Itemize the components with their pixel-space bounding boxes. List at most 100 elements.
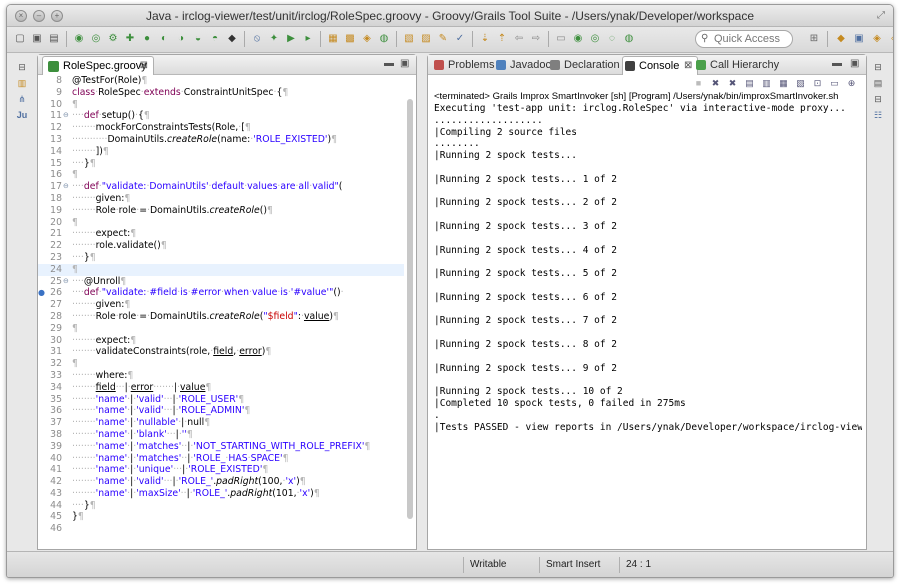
- grails-test-icon[interactable]: ◒: [191, 31, 205, 47]
- code-line[interactable]: 21 ········expect:¶: [38, 228, 404, 240]
- open-console-icon[interactable]: ⊕: [845, 77, 858, 90]
- code-line[interactable]: 40 ········'name'·|·'matches'··|·'ROLE_·H…: [38, 453, 404, 465]
- pin-icon[interactable]: ▭: [554, 31, 568, 47]
- print-icon[interactable]: ▤: [47, 31, 61, 47]
- remove-launch-icon[interactable]: ✖: [709, 77, 722, 90]
- grails-create-icon[interactable]: ✚: [123, 31, 137, 47]
- code-line[interactable]: 12 ········mockForConstraintsTests(Role,·…: [38, 122, 404, 134]
- display-console-icon[interactable]: ▭: [828, 77, 841, 90]
- tab-declaration[interactable]: Declaration: [548, 56, 620, 75]
- code-line[interactable]: 34 ········field···|·error·······|·value¶: [38, 382, 404, 394]
- new-class-icon[interactable]: ◈: [360, 31, 374, 47]
- code-line[interactable]: 10 ¶: [38, 99, 404, 111]
- code-line[interactable]: 36 ········'name'·|·'valid'···|·'ROLE_ADM…: [38, 405, 404, 417]
- code-line[interactable]: 39 ········'name'·|·'matches'··|·'NOT_STA…: [38, 441, 404, 453]
- code-line[interactable]: 17 ⊖ ····def·"validate:·DomainUtils'·defau…: [38, 181, 404, 193]
- restore-icon[interactable]: ⊟: [14, 61, 30, 73]
- junit-icon[interactable]: Ju: [14, 109, 30, 121]
- debug-perspective-icon[interactable]: ◈: [870, 31, 884, 47]
- code-line[interactable]: 29 ¶: [38, 323, 404, 335]
- code-line[interactable]: 11 ⊖ ····def·setup()·{¶: [38, 110, 404, 122]
- java-perspective-icon[interactable]: ▣: [852, 31, 866, 47]
- external-tools-icon[interactable]: ▸: [301, 31, 315, 47]
- new-java-project-icon[interactable]: ▦: [326, 31, 340, 47]
- code-line[interactable]: 31 ········validateConstraints(role,·fiel…: [38, 346, 404, 358]
- editor-scrollbar[interactable]: [406, 95, 414, 550]
- type-hierarchy-icon[interactable]: ⋔: [14, 93, 30, 105]
- zoom-window-icon[interactable]: +: [51, 10, 63, 22]
- code-line[interactable]: 19 ········Role·role·=·DomainUtils.create…: [38, 205, 404, 217]
- close-icon[interactable]: ⊠: [140, 57, 148, 75]
- save-icon[interactable]: ▣: [30, 31, 44, 47]
- code-line[interactable]: 38 ········'name'·|·'blank'···|·''¶: [38, 429, 404, 441]
- code-line[interactable]: 37 ········'name'·|·'nullable'·|·null¶: [38, 417, 404, 429]
- restore-icon[interactable]: ⊟: [870, 93, 886, 105]
- forward-icon[interactable]: ⇨: [529, 31, 543, 47]
- back-icon[interactable]: ⇦: [512, 31, 526, 47]
- groovy-icon[interactable]: ◆: [225, 31, 239, 47]
- next-annotation-icon[interactable]: ⇣: [478, 31, 492, 47]
- groovy-perspective-icon[interactable]: ◇: [888, 31, 893, 47]
- skip-breakpoints-icon[interactable]: ⦸: [250, 31, 264, 47]
- code-line[interactable]: 32 ¶: [38, 358, 404, 370]
- quick-access-field[interactable]: ⚲ Quick Access: [695, 30, 793, 48]
- debug-icon[interactable]: ✦: [267, 31, 281, 47]
- code-line[interactable]: 24 ¶: [38, 263, 404, 276]
- fold-toggle-icon[interactable]: ⊖: [63, 181, 69, 193]
- show-stdout-icon[interactable]: ▦: [777, 77, 790, 90]
- show-stderr-icon[interactable]: ▧: [794, 77, 807, 90]
- code-line[interactable]: 14 ········])¶: [38, 146, 404, 158]
- code-line[interactable]: 43 ········'name'·|·'maxSize'··|·'ROLE_'.…: [38, 488, 404, 500]
- fold-toggle-icon[interactable]: ⊖: [63, 276, 69, 288]
- spring-bean-icon[interactable]: ◎: [588, 31, 602, 47]
- tab-problems[interactable]: Problems: [432, 56, 494, 75]
- outline-icon[interactable]: ☷: [870, 109, 886, 121]
- code-line[interactable]: 15 ····}¶: [38, 158, 404, 170]
- new-package-icon[interactable]: ▩: [343, 31, 357, 47]
- code-line[interactable]: 27 ········given:¶: [38, 299, 404, 311]
- grails-domain-icon[interactable]: ◑: [174, 31, 188, 47]
- clear-console-icon[interactable]: ▤: [743, 77, 756, 90]
- code-line[interactable]: 30 ········expect:¶: [38, 335, 404, 347]
- tab-javadoc[interactable]: Javadoc: [494, 56, 551, 75]
- spring-config-icon[interactable]: ◌: [605, 31, 619, 47]
- scroll-lock-icon[interactable]: ▥: [760, 77, 773, 90]
- open-perspective-icon[interactable]: ⊞: [807, 31, 821, 47]
- close-window-icon[interactable]: ×: [15, 10, 27, 22]
- close-icon[interactable]: ⊠: [684, 57, 692, 75]
- minimize-icon[interactable]: ▬: [384, 58, 394, 69]
- editor-scrollbar-thumb[interactable]: [407, 99, 413, 519]
- code-line[interactable]: 25 ⊖ ····@Unroll¶: [38, 276, 404, 288]
- package-explorer-icon[interactable]: ▥: [14, 77, 30, 89]
- code-line[interactable]: ● 26 ····def·"validate:·#field·is·#error·w…: [38, 287, 404, 299]
- open-type-icon[interactable]: ▧: [402, 31, 416, 47]
- code-line[interactable]: 9 class·RoleSpec·extends·ConstraintUnitSp…: [38, 87, 404, 99]
- annotation-icon[interactable]: ✓: [453, 31, 467, 47]
- code-line[interactable]: 46: [38, 523, 404, 535]
- code-line[interactable]: 41 ········'name'·|·'unique'···|·'ROLE_EX…: [38, 464, 404, 476]
- fold-toggle-icon[interactable]: ⊖: [63, 110, 69, 122]
- console-output[interactable]: Executing 'test-app unit: irclog.RoleSpe…: [434, 103, 862, 433]
- editor-tab-rolespec[interactable]: RoleSpec.groovy ⊠: [42, 56, 154, 75]
- maximize-icon[interactable]: ▣: [850, 58, 859, 69]
- code-line[interactable]: 44 ····}¶: [38, 500, 404, 512]
- run-icon[interactable]: ▶: [284, 31, 298, 47]
- search-icon[interactable]: ✎: [436, 31, 450, 47]
- code-line[interactable]: 16 ¶: [38, 169, 404, 181]
- code-line[interactable]: 45}¶: [38, 511, 404, 523]
- spring-icon[interactable]: ◉: [571, 31, 585, 47]
- code-line[interactable]: 8 @TestFor(Role)¶: [38, 75, 404, 87]
- grails-class-icon[interactable]: ●: [140, 31, 154, 47]
- restore-icon[interactable]: ⊟: [870, 61, 886, 73]
- grails-icon[interactable]: ◉: [72, 31, 86, 47]
- minimize-window-icon[interactable]: –: [33, 10, 45, 22]
- code-line[interactable]: 42 ········'name'·|·'valid'···|·'ROLE_'.p…: [38, 476, 404, 488]
- tab-console[interactable]: Console ⊠: [622, 56, 699, 75]
- code-line[interactable]: 23 ····}¶: [38, 252, 404, 264]
- tab-call-hierarchy[interactable]: Call Hierarchy: [694, 56, 779, 75]
- fullscreen-icon[interactable]: ⤢: [875, 10, 887, 22]
- code-line[interactable]: 20 ¶: [38, 217, 404, 229]
- terminate-icon[interactable]: ■: [692, 77, 705, 90]
- code-line[interactable]: 33 ········where:¶: [38, 370, 404, 382]
- open-folder-icon[interactable]: ▨: [419, 31, 433, 47]
